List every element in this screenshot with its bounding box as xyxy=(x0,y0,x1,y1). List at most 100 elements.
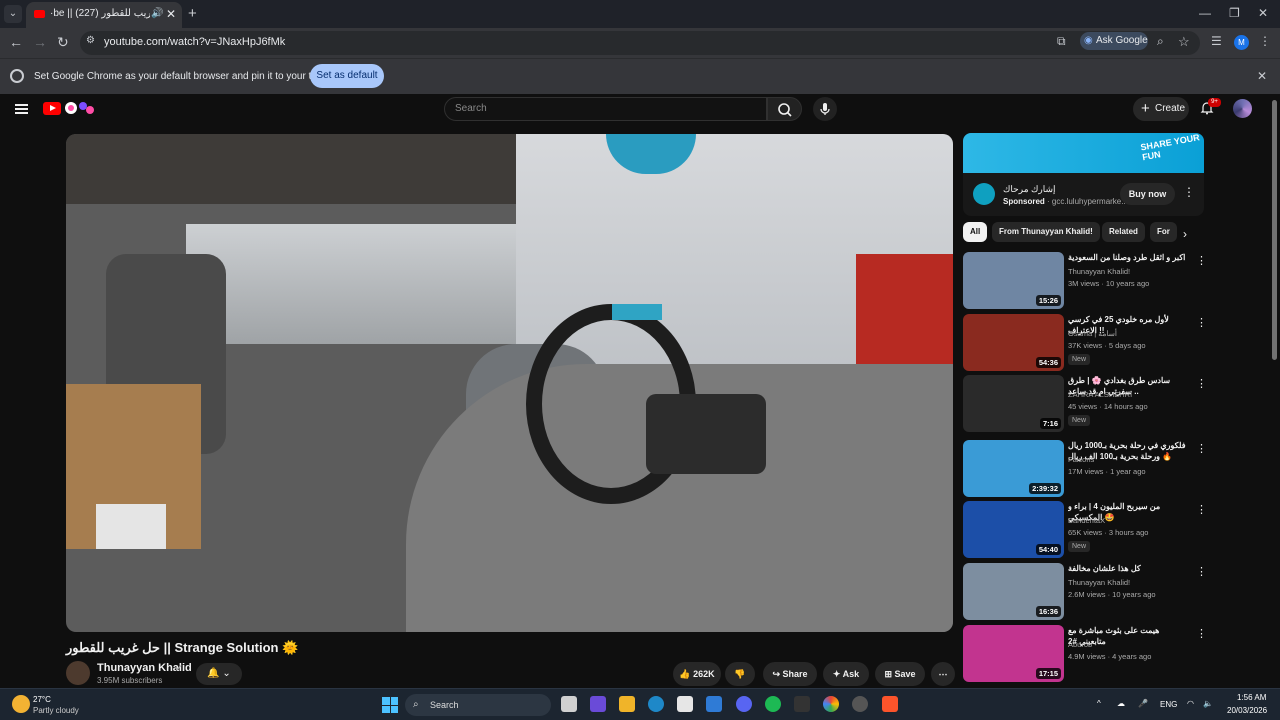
recommended-video-channel[interactable]: Falcons xyxy=(1068,455,1094,464)
account-avatar[interactable] xyxy=(1233,99,1252,118)
voice-search-button[interactable] xyxy=(813,97,837,121)
tab-search-button[interactable]: ⌄ xyxy=(4,5,22,23)
reading-list-icon[interactable]: ☰ xyxy=(1211,34,1222,48)
ad-menu-icon[interactable]: ⋮ xyxy=(1183,185,1195,199)
video-thumbnail[interactable]: 17:15 xyxy=(963,625,1064,682)
browser-tab[interactable]: ·be || حل عريب للقطور (227) 🔊 ✕ xyxy=(26,2,182,28)
search-input[interactable]: Search xyxy=(444,97,767,121)
onedrive-icon[interactable]: ☁ xyxy=(1117,699,1125,708)
task-view-icon[interactable] xyxy=(561,696,577,712)
tray-mic-icon[interactable]: 🎤 xyxy=(1138,699,1148,708)
sponsored-ad-card[interactable]: SHARE YOUR FUN إشارك مرحاك Sponsored · g… xyxy=(963,133,1204,216)
video-thumbnail[interactable]: 15:26 xyxy=(963,252,1064,309)
recommended-video-channel[interactable]: ZAHRA ALSHEHRI xyxy=(1068,390,1132,399)
minimize-icon[interactable]: — xyxy=(1199,6,1211,20)
video-menu-icon[interactable]: ⋮ xyxy=(1196,442,1207,455)
share-button[interactable]: ↪ Share xyxy=(763,662,817,686)
ask-google-button[interactable]: ◉ Ask Google xyxy=(1080,32,1148,50)
recommended-video-channel[interactable]: Aburob xyxy=(1068,640,1092,649)
video-thumbnail[interactable]: 54:36 xyxy=(963,314,1064,371)
spotify-icon[interactable] xyxy=(765,696,781,712)
video-thumbnail[interactable]: 54:40 xyxy=(963,501,1064,558)
discord-icon[interactable] xyxy=(736,696,752,712)
video-menu-icon[interactable]: ⋮ xyxy=(1196,503,1207,516)
reload-icon[interactable]: ↻ xyxy=(57,34,69,51)
chevron-right-icon[interactable]: › xyxy=(1183,227,1187,241)
clock-date[interactable]: 20/03/2026 xyxy=(1227,706,1267,715)
recommended-video[interactable]: 2:39:32 فلكوري في رحلة بحرية بـ1000 ريال … xyxy=(963,440,1207,498)
recommended-video[interactable]: 15:26 اكبر و اثقل طرد وصلنا من السعودية Th… xyxy=(963,252,1207,310)
video-menu-icon[interactable]: ⋮ xyxy=(1196,627,1207,640)
cast-icon[interactable]: ⧉ xyxy=(1057,34,1066,49)
taskbar-search[interactable]: ⌕ Search xyxy=(405,694,551,716)
set-as-default-button[interactable]: Set as default xyxy=(310,64,384,88)
wifi-icon[interactable]: ◠ xyxy=(1187,699,1194,708)
chip-for-you[interactable]: For xyxy=(1150,222,1177,242)
close-window-icon[interactable]: ✕ xyxy=(1258,6,1268,20)
recommended-video-title[interactable]: اكبر و اثقل طرد وصلنا من السعودية xyxy=(1068,252,1186,263)
menu-icon[interactable] xyxy=(15,104,28,114)
recommended-video-channel[interactable]: Thunayyan Khalid! xyxy=(1068,267,1130,276)
site-info-icon[interactable]: ⚙ xyxy=(86,35,100,49)
chrome-menu-icon[interactable]: ⋮ xyxy=(1259,34,1271,48)
subscribed-notifications-button[interactable]: 🔔 ⌄ xyxy=(196,663,242,685)
video-thumbnail[interactable]: 7:16 xyxy=(963,375,1064,432)
create-button[interactable]: + Create xyxy=(1133,97,1189,121)
recommended-video[interactable]: 16:36 كل هذا علشان مخالفة Thunayyan Khalid… xyxy=(963,563,1207,621)
brave-icon[interactable] xyxy=(882,696,898,712)
recommended-video[interactable]: 17:15 هيمت على بثوث مباشرة مع متابعيني #2… xyxy=(963,625,1207,683)
recommended-video-title[interactable]: كل هذا علشان مخالفة xyxy=(1068,563,1186,574)
page-scrollbar[interactable] xyxy=(1272,100,1277,360)
search-button[interactable] xyxy=(767,97,802,121)
mail-icon[interactable] xyxy=(706,696,722,712)
dislike-button[interactable]: 👎 xyxy=(725,662,755,686)
video-menu-icon[interactable]: ⋮ xyxy=(1196,377,1207,390)
language-indicator[interactable]: ENG xyxy=(1160,700,1177,709)
capcut-icon[interactable] xyxy=(794,696,810,712)
restore-icon[interactable]: ❐ xyxy=(1229,6,1240,20)
ask-button[interactable]: ✦ Ask xyxy=(823,662,869,686)
video-thumbnail[interactable]: 2:39:32 xyxy=(963,440,1064,497)
recommended-video-channel[interactable]: BanderitaX xyxy=(1068,516,1105,525)
more-actions-button[interactable]: ⋯ xyxy=(931,662,955,686)
video-menu-icon[interactable]: ⋮ xyxy=(1196,316,1207,329)
address-bar[interactable]: ⚙ youtube.com/watch?v=JNaxHpJ6fMk xyxy=(80,31,1200,55)
channel-avatar[interactable] xyxy=(66,661,90,685)
clock-time[interactable]: 1:56 AM xyxy=(1237,693,1266,702)
video-menu-icon[interactable]: ⋮ xyxy=(1196,254,1207,267)
video-thumbnail[interactable]: 16:36 xyxy=(963,563,1064,620)
new-tab-button[interactable]: + xyxy=(188,5,197,22)
video-player[interactable] xyxy=(66,134,953,632)
youtube-logo-icon[interactable] xyxy=(43,102,61,115)
chip-from-channel[interactable]: From Thunayyan Khalid! xyxy=(992,222,1100,242)
back-icon[interactable]: ← xyxy=(9,34,23,50)
edge-browser-icon[interactable] xyxy=(648,696,664,712)
zoom-icon[interactable]: ⌕ xyxy=(1157,34,1164,49)
doodle-logo-icon[interactable] xyxy=(64,100,96,116)
bookmark-star-icon[interactable]: ☆ xyxy=(1178,34,1190,50)
tray-overflow-icon[interactable]: ^ xyxy=(1097,699,1101,708)
chrome-icon[interactable] xyxy=(823,696,839,712)
obs-icon[interactable] xyxy=(852,696,868,712)
close-tab-icon[interactable]: ✕ xyxy=(166,7,176,21)
widgets-icon[interactable] xyxy=(590,696,606,712)
buy-now-button[interactable]: Buy now xyxy=(1120,183,1175,205)
volume-icon[interactable]: 🔈 xyxy=(1203,699,1213,708)
recommended-video[interactable]: 7:16 سادس طرق بغدادي 🌸 | طرق سفرتي ام قد … xyxy=(963,375,1207,433)
chip-related[interactable]: Related xyxy=(1102,222,1145,242)
save-button[interactable]: ⊞ Save xyxy=(875,662,925,686)
recommended-video[interactable]: 54:36 لأول مره خلودي 25 في كرسي الاعتراف … xyxy=(963,314,1207,372)
infobar-close-icon[interactable]: ✕ xyxy=(1257,69,1267,83)
ad-banner-image[interactable]: SHARE YOUR FUN xyxy=(963,133,1204,173)
windows-start-icon[interactable] xyxy=(382,697,398,713)
file-explorer-icon[interactable] xyxy=(619,696,635,712)
recommended-video-channel[interactable]: Osama | أسامة xyxy=(1068,329,1117,338)
like-button[interactable]: 👍 262K xyxy=(673,662,721,686)
profile-avatar[interactable]: M xyxy=(1234,35,1249,50)
audio-playing-icon[interactable]: 🔊 xyxy=(151,8,163,19)
recommended-video[interactable]: 54:40 من سيربح المليون 4 | براء و المكسيك… xyxy=(963,501,1207,559)
video-menu-icon[interactable]: ⋮ xyxy=(1196,565,1207,578)
chip-all[interactable]: All xyxy=(963,222,988,242)
recommended-video-channel[interactable]: Thunayyan Khalid! xyxy=(1068,578,1130,587)
store-icon[interactable] xyxy=(677,696,693,712)
